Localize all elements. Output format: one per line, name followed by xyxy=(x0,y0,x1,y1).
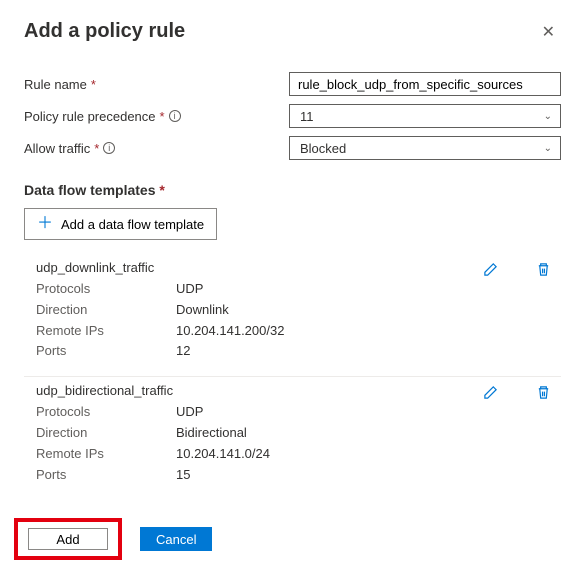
allow-traffic-label: Allow traffic* i xyxy=(24,141,289,156)
cancel-button[interactable]: Cancel xyxy=(140,527,212,551)
chevron-down-icon: ⌄ xyxy=(544,111,552,122)
rule-name-label: Rule name* xyxy=(24,77,289,92)
pencil-icon xyxy=(483,262,498,277)
trash-icon xyxy=(536,385,551,400)
plus-icon: ＋ xyxy=(37,216,53,232)
add-button[interactable]: Add xyxy=(28,528,108,550)
edit-button[interactable] xyxy=(479,381,502,404)
info-icon[interactable]: i xyxy=(103,142,115,154)
page-title: Add a policy rule xyxy=(24,20,185,43)
pencil-icon xyxy=(483,385,498,400)
chevron-down-icon: ⌄ xyxy=(544,143,552,154)
add-data-flow-template-button[interactable]: ＋ Add a data flow template xyxy=(24,208,217,240)
data-flow-section-title: Data flow templates * xyxy=(24,182,561,198)
allow-traffic-select[interactable]: Blocked ⌄ xyxy=(289,136,561,160)
precedence-select[interactable]: 11 ⌄ xyxy=(289,104,561,128)
close-icon[interactable]: ✕ xyxy=(536,20,561,44)
template-item: udp_downlink_traffic ProtocolsUDP Direct… xyxy=(24,254,561,377)
delete-button[interactable] xyxy=(532,381,555,404)
highlight-annotation: Add xyxy=(14,518,122,560)
rule-name-input[interactable] xyxy=(289,72,561,96)
info-icon[interactable]: i xyxy=(169,110,181,122)
edit-button[interactable] xyxy=(479,258,502,281)
precedence-label: Policy rule precedence* i xyxy=(24,109,289,124)
template-item: udp_bidirectional_traffic ProtocolsUDP D… xyxy=(24,377,561,499)
delete-button[interactable] xyxy=(532,258,555,281)
trash-icon xyxy=(536,262,551,277)
